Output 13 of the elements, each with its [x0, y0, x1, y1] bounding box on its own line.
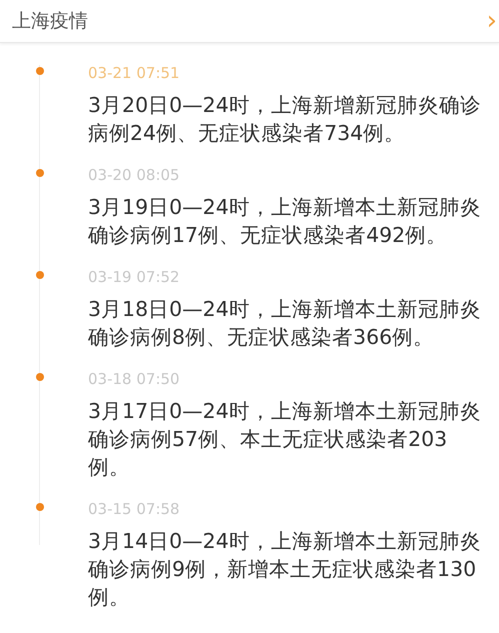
timeline-dot: [36, 503, 44, 511]
timeline-dot: [36, 169, 44, 177]
chevron-link[interactable]: ›: [486, 8, 497, 34]
section-title: 上海疫情: [12, 9, 88, 34]
news-text: 3月20日0—24时，上海新增新冠肺炎确诊病例24例、无症状感染者734例。: [88, 92, 482, 147]
news-text: 3月14日0—24时，上海新增本土新冠肺炎确诊病例9例，新增本土无症状感染者130例。: [88, 528, 482, 611]
news-text: 3月17日0—24时，上海新增本土新冠肺炎确诊病例57例、本土无症状感染者203例。: [88, 398, 482, 481]
news-text: 3月18日0—24时，上海新增本土新冠肺炎确诊病例8例、无症状感染者366例。: [88, 296, 482, 351]
timeline-dot: [36, 271, 44, 279]
timestamp: 03-21 07:51: [88, 63, 181, 83]
news-text: 3月19日0—24时，上海新增本土新冠肺炎确诊病例17例、无症状感染者492例。: [88, 194, 482, 249]
timeline-dot: [36, 67, 44, 75]
timeline-dot: [36, 373, 44, 381]
